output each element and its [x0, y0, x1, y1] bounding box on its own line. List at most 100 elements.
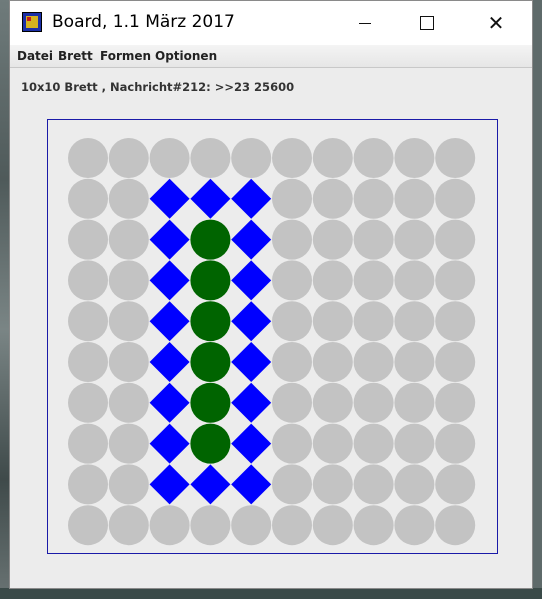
board-cell-empty-circle[interactable]: [312, 464, 353, 505]
menu-optionen[interactable]: Optionen: [155, 49, 217, 63]
close-button[interactable]: ✕: [473, 1, 519, 45]
board-cell-diamond[interactable]: [231, 342, 272, 382]
board-cell-empty-circle[interactable]: [312, 505, 353, 546]
board-grid[interactable]: [48, 120, 497, 553]
board-cell-empty-circle[interactable]: [68, 178, 108, 219]
board-cell-empty-circle[interactable]: [108, 260, 149, 301]
board-cell-empty-circle[interactable]: [312, 423, 353, 464]
board-cell-empty-circle[interactable]: [353, 342, 394, 382]
board-cell-empty-circle[interactable]: [272, 301, 312, 342]
board-cell-empty-circle[interactable]: [312, 178, 353, 219]
board-cell-empty-circle[interactable]: [108, 464, 149, 505]
board-cell-empty-circle[interactable]: [149, 505, 190, 546]
board-cell-empty-circle[interactable]: [190, 505, 231, 546]
board-cell-empty-circle[interactable]: [108, 178, 149, 219]
board-cell-empty-circle[interactable]: [272, 464, 312, 505]
board-cell-diamond[interactable]: [149, 301, 190, 342]
board-cell-diamond[interactable]: [149, 464, 190, 505]
board-cell-empty-circle[interactable]: [353, 301, 394, 342]
board-cell-empty-circle[interactable]: [394, 342, 435, 382]
board-cell-empty-circle[interactable]: [435, 423, 476, 464]
board-cell-empty-circle[interactable]: [394, 178, 435, 219]
minimize-button[interactable]: [342, 1, 388, 45]
board-cell-empty-circle[interactable]: [394, 260, 435, 301]
board-cell-empty-circle[interactable]: [149, 138, 190, 178]
board-cell-empty-circle[interactable]: [394, 301, 435, 342]
board-cell-empty-circle[interactable]: [312, 219, 353, 260]
board-canvas[interactable]: [47, 119, 498, 554]
menu-datei[interactable]: Datei: [17, 49, 53, 63]
board-cell-empty-circle[interactable]: [353, 464, 394, 505]
board-cell-empty-circle[interactable]: [108, 138, 149, 178]
board-cell-diamond[interactable]: [149, 423, 190, 464]
board-cell-empty-circle[interactable]: [272, 505, 312, 546]
board-cell-empty-circle[interactable]: [68, 219, 108, 260]
board-cell-empty-circle[interactable]: [394, 423, 435, 464]
board-cell-empty-circle[interactable]: [272, 178, 312, 219]
board-cell-empty-circle[interactable]: [312, 382, 353, 423]
board-cell-empty-circle[interactable]: [312, 301, 353, 342]
board-cell-empty-circle[interactable]: [435, 219, 476, 260]
board-cell-diamond[interactable]: [190, 178, 231, 219]
board-cell-empty-circle[interactable]: [435, 260, 476, 301]
board-cell-diamond[interactable]: [231, 464, 272, 505]
board-cell-empty-circle[interactable]: [231, 138, 272, 178]
board-cell-diamond[interactable]: [231, 301, 272, 342]
board-cell-diamond[interactable]: [149, 260, 190, 301]
board-cell-green-circle[interactable]: [190, 342, 231, 382]
board-cell-diamond[interactable]: [231, 178, 272, 219]
board-cell-empty-circle[interactable]: [108, 505, 149, 546]
board-cell-empty-circle[interactable]: [108, 219, 149, 260]
board-cell-diamond[interactable]: [190, 464, 231, 505]
board-cell-empty-circle[interactable]: [312, 138, 353, 178]
board-cell-empty-circle[interactable]: [190, 138, 231, 178]
board-cell-empty-circle[interactable]: [394, 382, 435, 423]
board-cell-empty-circle[interactable]: [272, 382, 312, 423]
board-cell-empty-circle[interactable]: [394, 464, 435, 505]
board-cell-empty-circle[interactable]: [353, 382, 394, 423]
board-cell-empty-circle[interactable]: [394, 219, 435, 260]
board-cell-green-circle[interactable]: [190, 423, 231, 464]
board-cell-empty-circle[interactable]: [68, 342, 108, 382]
board-cell-diamond[interactable]: [149, 178, 190, 219]
board-cell-empty-circle[interactable]: [272, 219, 312, 260]
board-app-icon[interactable]: [22, 12, 42, 32]
board-cell-diamond[interactable]: [231, 423, 272, 464]
board-cell-diamond[interactable]: [231, 260, 272, 301]
board-cell-empty-circle[interactable]: [312, 260, 353, 301]
menu-formen[interactable]: Formen: [100, 49, 151, 63]
board-cell-empty-circle[interactable]: [272, 342, 312, 382]
board-cell-empty-circle[interactable]: [394, 505, 435, 546]
board-cell-empty-circle[interactable]: [108, 301, 149, 342]
board-cell-green-circle[interactable]: [190, 219, 231, 260]
board-cell-empty-circle[interactable]: [435, 138, 476, 178]
board-cell-empty-circle[interactable]: [435, 505, 476, 546]
board-cell-empty-circle[interactable]: [435, 301, 476, 342]
board-cell-empty-circle[interactable]: [68, 423, 108, 464]
board-cell-green-circle[interactable]: [190, 382, 231, 423]
menu-brett[interactable]: Brett: [58, 49, 93, 63]
board-cell-empty-circle[interactable]: [68, 464, 108, 505]
board-cell-empty-circle[interactable]: [353, 260, 394, 301]
board-cell-empty-circle[interactable]: [312, 342, 353, 382]
board-cell-empty-circle[interactable]: [435, 342, 476, 382]
board-cell-empty-circle[interactable]: [272, 138, 312, 178]
board-cell-empty-circle[interactable]: [108, 423, 149, 464]
board-cell-empty-circle[interactable]: [108, 342, 149, 382]
board-cell-diamond[interactable]: [149, 219, 190, 260]
board-cell-empty-circle[interactable]: [394, 138, 435, 178]
board-cell-empty-circle[interactable]: [353, 138, 394, 178]
board-cell-diamond[interactable]: [231, 219, 272, 260]
board-cell-diamond[interactable]: [149, 382, 190, 423]
board-cell-empty-circle[interactable]: [68, 505, 108, 546]
board-cell-empty-circle[interactable]: [68, 138, 108, 178]
board-cell-empty-circle[interactable]: [435, 382, 476, 423]
board-cell-empty-circle[interactable]: [68, 301, 108, 342]
board-cell-diamond[interactable]: [149, 342, 190, 382]
board-cell-empty-circle[interactable]: [353, 423, 394, 464]
board-cell-empty-circle[interactable]: [353, 219, 394, 260]
board-cell-empty-circle[interactable]: [68, 382, 108, 423]
board-cell-empty-circle[interactable]: [435, 178, 476, 219]
board-cell-empty-circle[interactable]: [231, 505, 272, 546]
board-cell-green-circle[interactable]: [190, 301, 231, 342]
